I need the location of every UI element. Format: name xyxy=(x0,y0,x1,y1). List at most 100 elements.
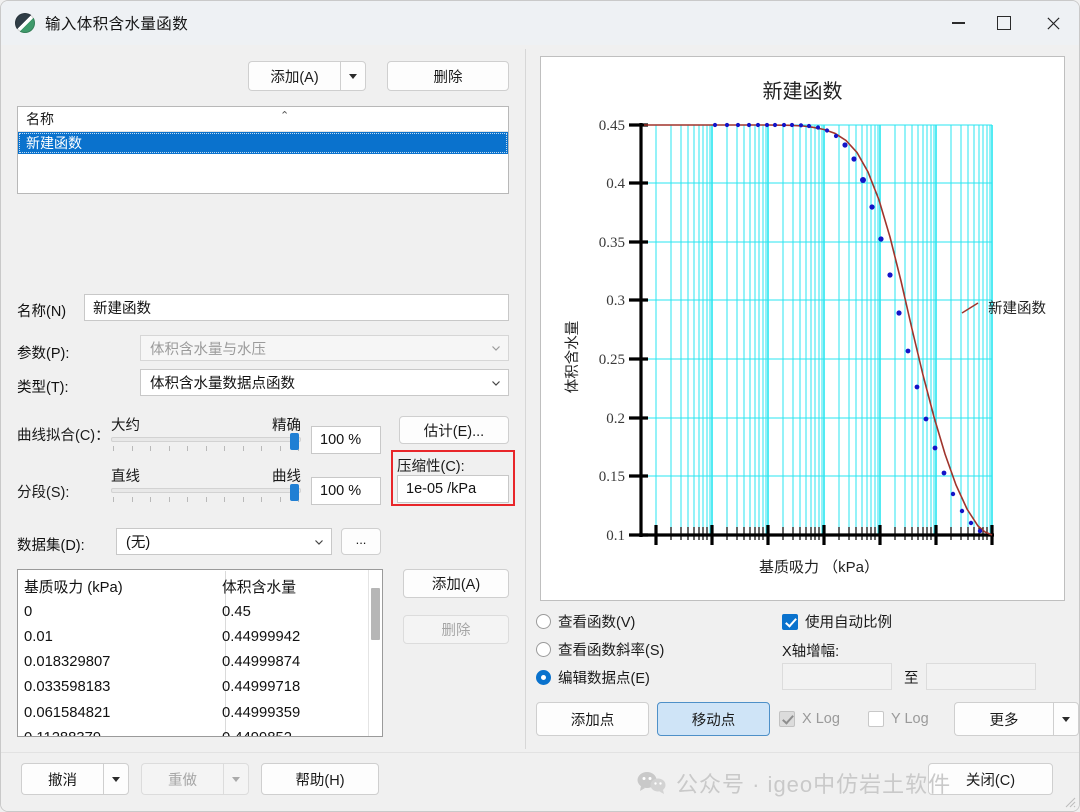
minimize-icon[interactable] xyxy=(935,1,981,45)
radio-edit-points[interactable]: 编辑数据点(E) xyxy=(536,667,664,688)
undo-dropdown-arrow[interactable] xyxy=(103,763,129,795)
segment-value: 100 % xyxy=(320,483,361,499)
curve-fit-ticks xyxy=(111,446,301,451)
table-row[interactable]: 0.033598183 0.44999718 xyxy=(24,675,369,700)
compressibility-input[interactable]: 1e-05 /kPa xyxy=(397,475,509,503)
estimate-button[interactable]: 估计(E)... xyxy=(399,416,509,444)
estimate-label: 估计(E)... xyxy=(424,420,484,441)
x-max-input[interactable] xyxy=(926,663,1036,690)
undo-button[interactable]: 撤消 xyxy=(21,763,103,795)
svg-text:0.3: 0.3 xyxy=(606,293,625,309)
chart-legend: 新建函数 xyxy=(960,297,1046,318)
add-point-row-button[interactable]: 添加(A) xyxy=(403,569,509,598)
curve-fit-track[interactable] xyxy=(111,437,301,442)
grid-header-suction: 基质吸力 (kPa) xyxy=(24,576,222,597)
cell-suction: 0.11288379 xyxy=(24,730,222,737)
segment-track[interactable] xyxy=(111,488,301,493)
table-row[interactable]: 0 0.45 xyxy=(24,599,369,624)
curve-fit-value-input[interactable]: 100 % xyxy=(311,426,381,454)
cell-vwc: 0.4499852 xyxy=(222,730,369,737)
more-dropdown-arrow[interactable] xyxy=(1053,702,1079,736)
help-button[interactable]: 帮助(H) xyxy=(261,763,379,795)
x-log-label: X Log xyxy=(802,711,840,727)
auto-scale-checkbox[interactable]: 使用自动比例 xyxy=(782,611,892,632)
add-point-button[interactable]: 添加点 xyxy=(536,702,649,736)
sort-ascending-icon: ⌃ xyxy=(280,109,289,122)
table-row[interactable]: 0.01 0.44999942 xyxy=(24,624,369,649)
x-range-label: X轴增幅: xyxy=(782,640,839,661)
more-button[interactable]: 更多 xyxy=(954,702,1053,736)
legend-line-icon xyxy=(960,301,980,315)
chart-panel[interactable]: 新建函数 xyxy=(540,56,1065,601)
delete-function-label: 删除 xyxy=(434,66,463,87)
table-row[interactable]: 0.11288379 0.4499852 xyxy=(24,725,369,737)
table-row[interactable]: 0.018329807 0.44999874 xyxy=(24,650,369,675)
svg-text:0.4: 0.4 xyxy=(606,176,625,192)
function-list-header[interactable]: 名称 ⌃ xyxy=(18,107,508,132)
type-combobox-value: 体积含水量数据点函数 xyxy=(150,372,490,393)
cell-vwc: 0.44999942 xyxy=(222,629,369,645)
move-point-button[interactable]: 移动点 xyxy=(657,702,770,736)
grid-scrollbar-thumb[interactable] xyxy=(371,588,380,640)
cell-suction: 0.033598183 xyxy=(24,679,222,695)
table-row[interactable]: 0.061584821 0.44999359 xyxy=(24,700,369,725)
segment-label: 分段(S): xyxy=(17,481,69,502)
chevron-down-icon xyxy=(1062,717,1070,722)
app-logo-icon xyxy=(15,13,35,33)
segment-thumb[interactable] xyxy=(290,484,299,501)
chart-canvas: 0.45 0.4 0.35 0.3 0.25 0.2 0.15 0.1 体积含水… xyxy=(541,57,1067,602)
curve-fit-max-label: 精确 xyxy=(272,414,301,435)
list-item[interactable]: 新建函数 xyxy=(18,132,508,154)
delete-function-button[interactable]: 删除 xyxy=(387,61,509,91)
undo-split-button[interactable]: 撤消 xyxy=(21,763,129,795)
radio-view-function[interactable]: 查看函数(V) xyxy=(536,611,664,632)
chevron-down-icon xyxy=(490,342,502,354)
maximize-icon[interactable] xyxy=(981,1,1027,45)
segment-ticks xyxy=(111,497,301,502)
more-split-button[interactable]: 更多 xyxy=(954,702,1079,736)
radio-icon xyxy=(536,642,551,657)
close-icon[interactable] xyxy=(1027,1,1079,45)
redo-button: 重做 xyxy=(141,763,223,795)
delete-point-row-button: 删除 xyxy=(403,615,509,644)
add-function-dropdown-arrow[interactable] xyxy=(340,61,366,91)
add-function-split-button[interactable]: 添加(A) xyxy=(248,61,366,91)
dataset-combobox[interactable]: (无) xyxy=(116,528,332,555)
type-combobox[interactable]: 体积含水量数据点函数 xyxy=(140,369,509,396)
segment-value-input[interactable]: 100 % xyxy=(311,477,381,505)
name-input[interactable]: 新建函数 xyxy=(84,294,509,321)
curve-fit-thumb[interactable] xyxy=(290,433,299,450)
chart-grid-vertical xyxy=(656,125,992,535)
add-point-label: 添加点 xyxy=(571,709,615,730)
function-listbox[interactable]: 名称 ⌃ 新建函数 xyxy=(17,106,509,194)
curve-fit-value: 100 % xyxy=(320,432,361,448)
dataset-browse-label: ... xyxy=(356,532,367,547)
radio-selected-icon xyxy=(536,670,551,685)
chevron-down-icon xyxy=(490,377,502,389)
chevron-down-icon xyxy=(349,74,357,79)
parameter-combobox-value: 体积含水量与水压 xyxy=(150,338,490,359)
cell-vwc: 0.44999359 xyxy=(222,705,369,721)
name-input-value: 新建函数 xyxy=(93,297,151,318)
compressibility-value: 1e-05 /kPa xyxy=(406,481,476,497)
segment-slider[interactable]: 直线 曲线 xyxy=(111,465,301,502)
x-min-input[interactable] xyxy=(782,663,892,690)
radio-icon xyxy=(536,614,551,629)
resize-grip-icon[interactable] xyxy=(1062,794,1076,808)
cell-vwc: 0.44999718 xyxy=(222,679,369,695)
dataset-browse-button[interactable]: ... xyxy=(341,528,381,555)
add-function-button[interactable]: 添加(A) xyxy=(248,61,340,91)
radio-view-slope[interactable]: 查看函数斜率(S) xyxy=(536,639,664,660)
grid-scrollbar[interactable] xyxy=(368,570,382,736)
redo-label: 重做 xyxy=(168,769,197,790)
radio-edit-points-label: 编辑数据点(E) xyxy=(558,667,650,688)
dataset-combobox-value: (无) xyxy=(126,531,313,552)
segment-max-label: 曲线 xyxy=(272,465,301,486)
curve-fit-slider[interactable]: 大约 精确 xyxy=(111,414,301,451)
name-label: 名称(N) xyxy=(17,300,66,321)
data-point-grid[interactable]: 基质吸力 (kPa) 体积含水量 0 0.45 0.01 0.44999942 … xyxy=(17,569,383,737)
checkbox-checked-disabled-icon xyxy=(779,711,795,727)
left-pane: 添加(A) 删除 名称 ⌃ 新建函数 名称(N) xyxy=(1,45,525,753)
close-button[interactable]: 关闭(C) xyxy=(928,763,1053,795)
help-label: 帮助(H) xyxy=(295,769,344,790)
